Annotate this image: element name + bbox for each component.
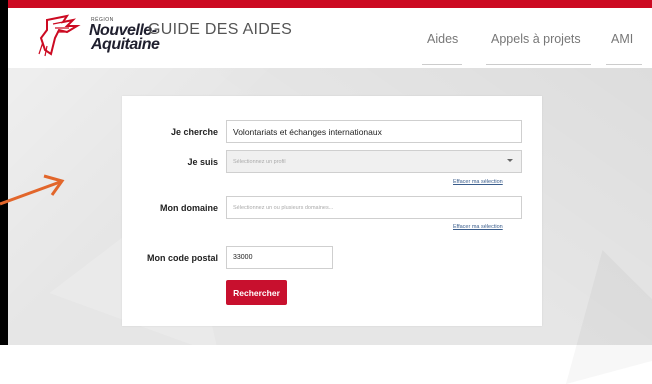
profile-clear-link[interactable]: Effacer ma sélection (453, 179, 503, 185)
domain-clear-link[interactable]: Effacer ma sélection (453, 224, 503, 230)
domain-select[interactable]: Sélectionnez un ou plusieurs domaines... (226, 196, 522, 219)
profile-select[interactable]: Sélectionnez un profil (226, 150, 522, 173)
chevron-down-icon (507, 159, 513, 162)
profile-select-placeholder: Sélectionnez un profil (233, 158, 286, 165)
site-title: GUIDE DES AIDES (148, 21, 293, 38)
postal-code-input[interactable]: 33000 (226, 246, 333, 269)
site-header: RÉGION Nouvelle- Aquitaine GUIDE DES AID… (8, 8, 652, 68)
nav-ami[interactable]: AMI (611, 32, 633, 46)
profile-label: Je suis (187, 157, 218, 167)
search-label: Je cherche (170, 127, 218, 137)
top-accent-bar (0, 0, 652, 8)
nav-divider (486, 64, 591, 65)
domain-label: Mon domaine (160, 203, 218, 213)
background-shape (535, 232, 652, 384)
postal-code-label: Mon code postal (146, 253, 218, 263)
region-logo[interactable]: RÉGION Nouvelle- Aquitaine (33, 14, 160, 60)
nav-divider (422, 64, 462, 65)
nav-aides[interactable]: Aides (427, 32, 458, 46)
region-emblem-icon (38, 14, 81, 57)
annotation-arrow-icon (0, 174, 65, 206)
domain-select-placeholder: Sélectionnez un ou plusieurs domaines... (233, 204, 334, 211)
search-input[interactable]: Volontariats et échanges internationaux (226, 120, 522, 143)
nav-divider (606, 64, 642, 65)
search-button[interactable]: Rechercher (226, 280, 287, 305)
nav-appels-a-projets[interactable]: Appels à projets (491, 32, 581, 46)
